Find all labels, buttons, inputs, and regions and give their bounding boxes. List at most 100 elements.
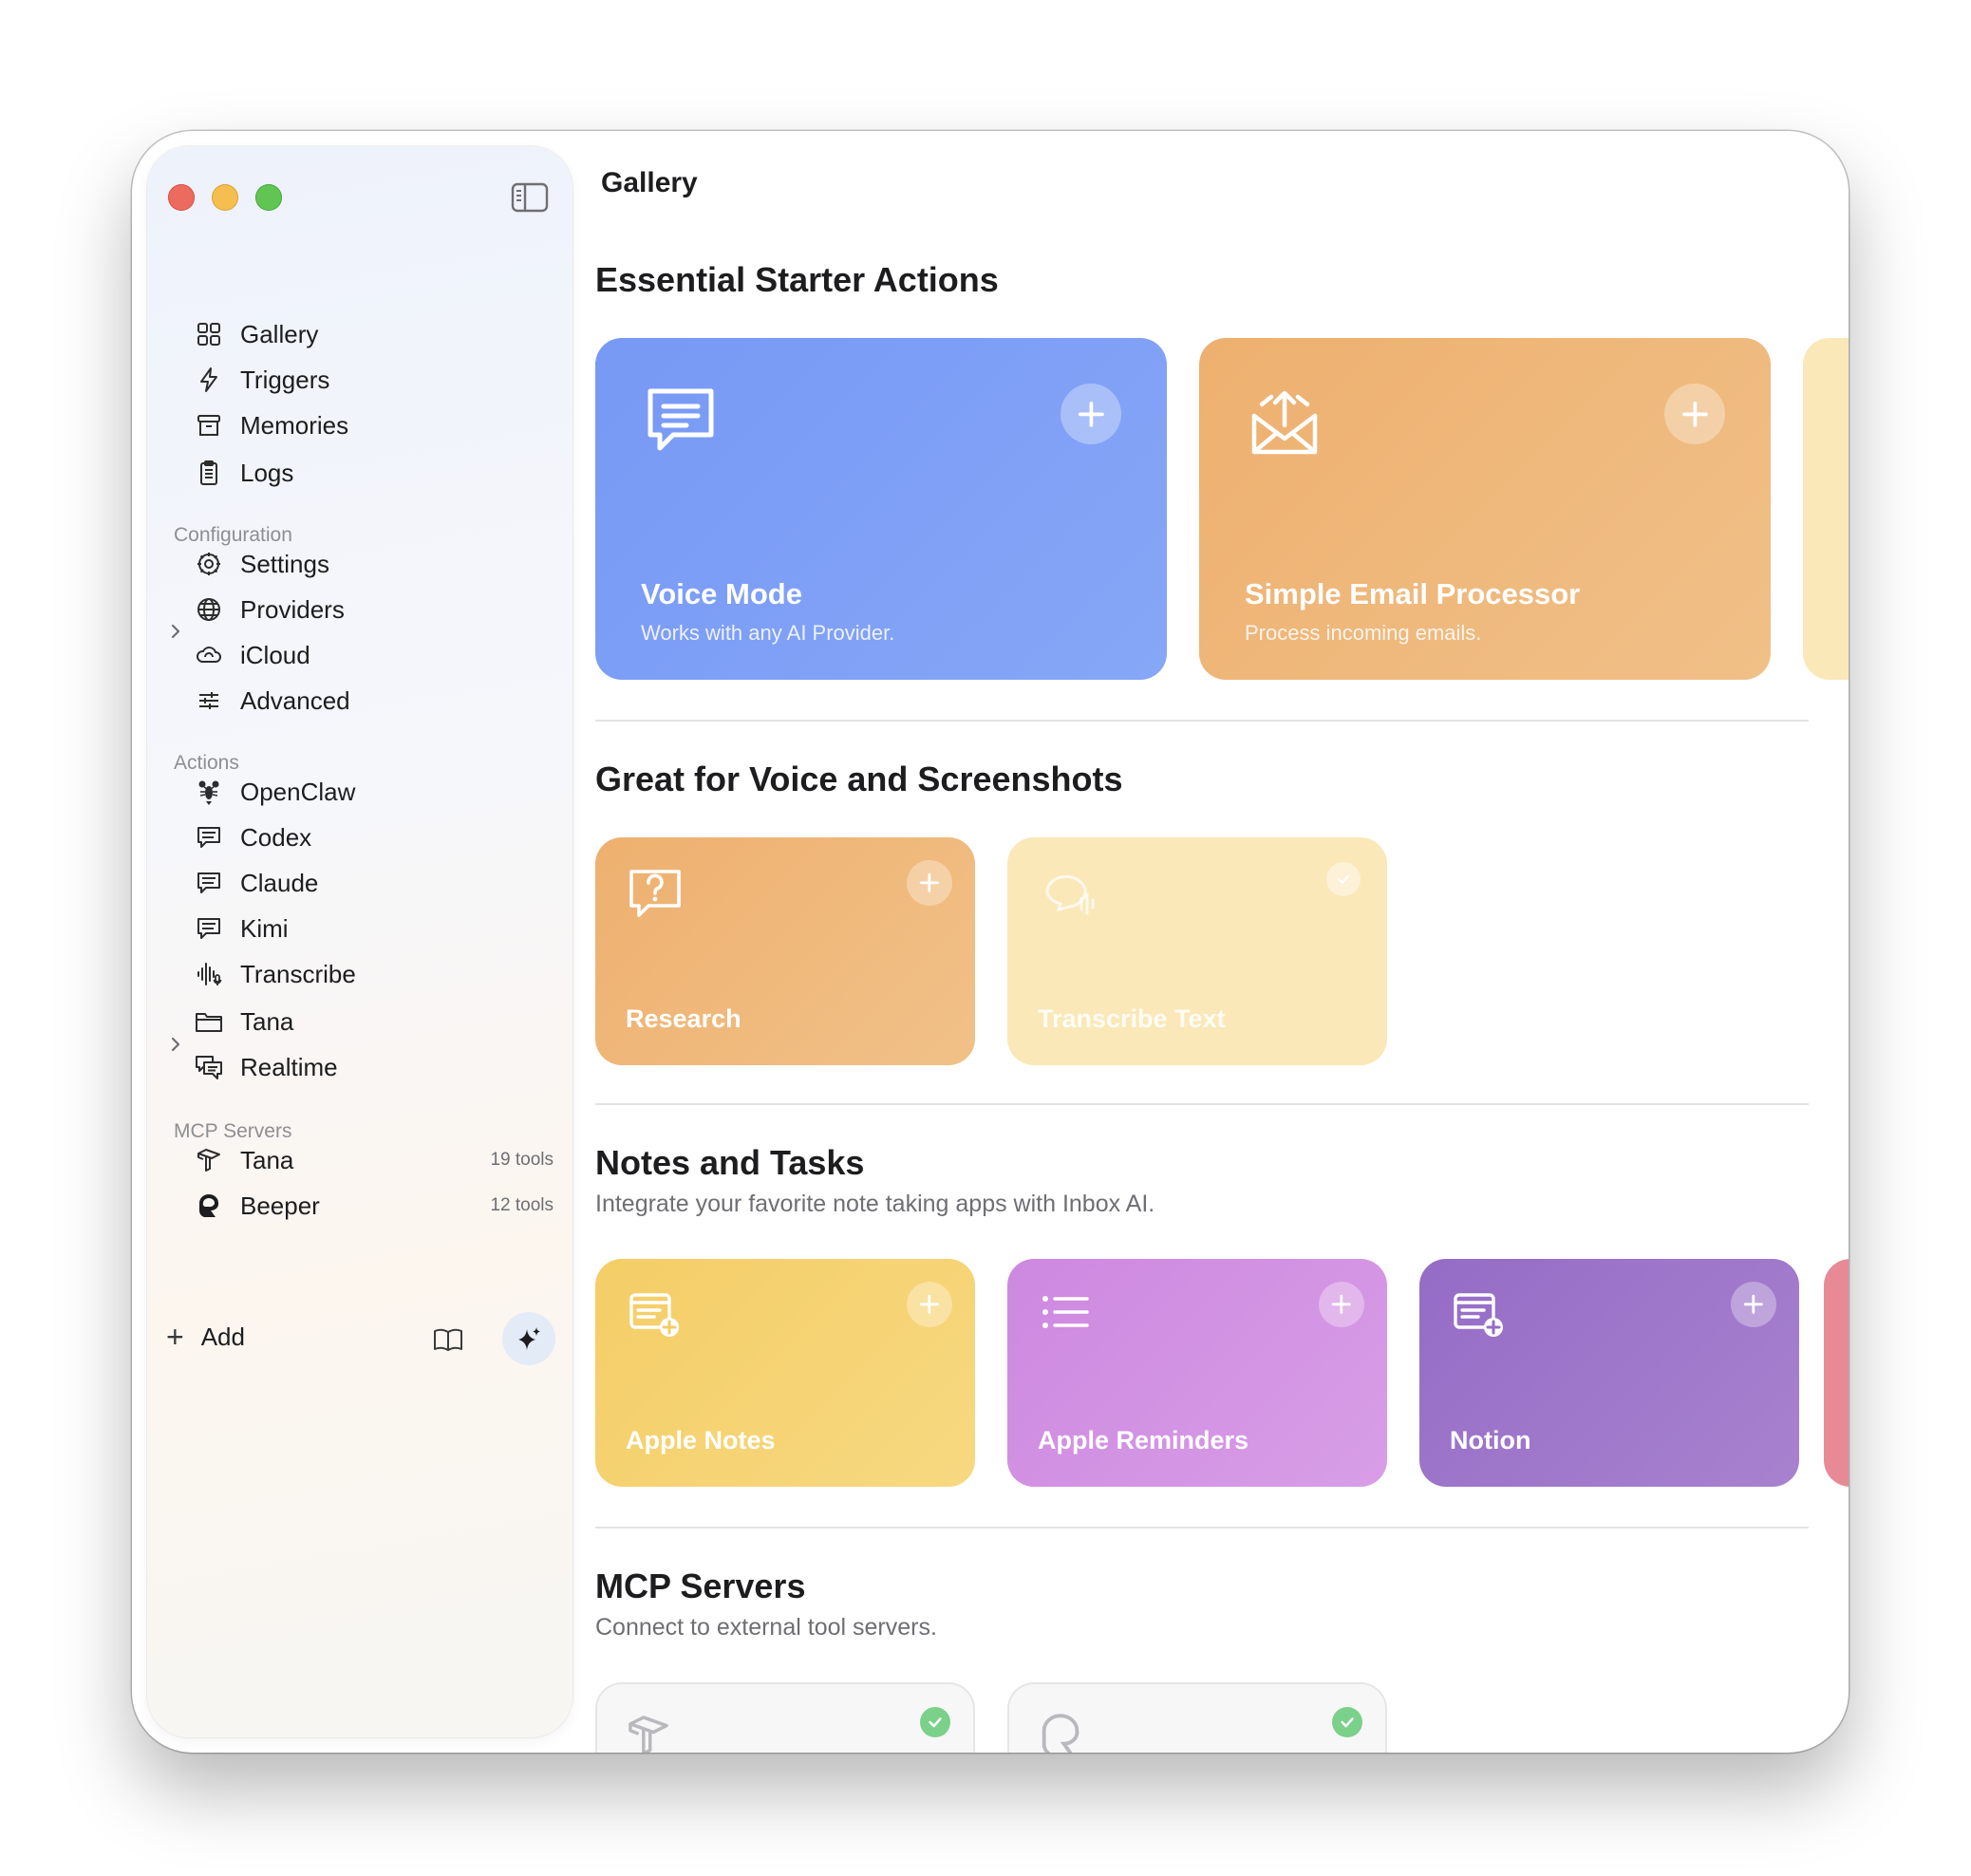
- tool-count: 19 tools: [490, 1150, 554, 1170]
- sparkle-icon: [518, 1327, 540, 1350]
- add-action-button[interactable]: [1731, 1282, 1776, 1327]
- card-voice-mode[interactable]: Voice Mode Works with any AI Provider.: [595, 338, 1167, 680]
- gear-icon: [193, 548, 225, 580]
- note-add-icon: [629, 1293, 679, 1337]
- sidebar-item-beeper[interactable]: Beeper 12 tools: [193, 1183, 554, 1229]
- plus-icon: [1078, 401, 1104, 427]
- beeper-logo-icon: [193, 1190, 225, 1222]
- sidebar-item-tana-action[interactable]: Tana: [193, 999, 554, 1044]
- sidebar-item-codex[interactable]: Codex: [193, 815, 554, 860]
- plus-icon: +: [166, 1320, 184, 1354]
- sidebar-item-label: Triggers: [240, 365, 330, 394]
- card-notion[interactable]: Notion: [1419, 1259, 1799, 1487]
- sidebar-item-logs[interactable]: Logs: [193, 450, 554, 496]
- sidebar-item-label: Transcribe: [240, 959, 356, 988]
- speech-waveform-icon: [1045, 874, 1095, 915]
- mcp-card-tana[interactable]: [595, 1682, 975, 1753]
- grid-icon: [193, 318, 225, 350]
- add-action-button[interactable]: [1319, 1282, 1364, 1327]
- sidebar-item-kimi[interactable]: Kimi: [193, 906, 554, 951]
- sidebar-item-label: Gallery: [240, 319, 319, 348]
- lobster-icon: [193, 776, 225, 808]
- checkmark-icon: [1338, 874, 1349, 884]
- add-action-button[interactable]: [1664, 384, 1725, 444]
- card-description: Process incoming emails.: [1245, 621, 1482, 645]
- chat-bubble-icon: [193, 867, 225, 899]
- book-icon[interactable]: [432, 1323, 464, 1356]
- sidebar: Gallery Triggers Memories Logs Configura…: [147, 146, 573, 1737]
- sidebar-item-transcribe[interactable]: Transcribe: [193, 951, 554, 997]
- plus-icon: [1743, 1294, 1764, 1315]
- sidebar-item-claude[interactable]: Claude: [193, 860, 554, 906]
- section-title-notes: Notes and Tasks: [595, 1143, 865, 1182]
- card-title: Notion: [1450, 1426, 1531, 1454]
- zoom-window-button[interactable]: [255, 184, 282, 211]
- section-title-mcp: MCP Servers: [595, 1566, 806, 1605]
- add-action-button[interactable]: [907, 860, 952, 906]
- card-title: Apple Reminders: [1038, 1426, 1249, 1454]
- card-title: Transcribe Text: [1038, 1004, 1226, 1033]
- sidebar-item-icloud[interactable]: iCloud: [193, 632, 554, 678]
- minimize-window-button[interactable]: [212, 184, 238, 211]
- connected-check-icon: [920, 1707, 950, 1737]
- section-divider: [595, 1103, 1809, 1105]
- sidebar-item-label: Tana: [240, 1006, 294, 1036]
- chat-bubble-icon: [193, 912, 225, 945]
- main-content: Gallery Essential Starter Actions Voice …: [573, 131, 1849, 1753]
- sidebar-item-gallery[interactable]: Gallery: [193, 311, 554, 357]
- section-subtitle-notes: Integrate your favorite note taking apps…: [595, 1191, 1155, 1217]
- sidebar-item-label: Memories: [240, 410, 349, 440]
- sidebar-item-memories[interactable]: Memories: [193, 403, 554, 448]
- question-bubble-icon: [629, 870, 681, 917]
- section-divider: [595, 1527, 1809, 1529]
- app-window: Gallery Triggers Memories Logs Configura…: [132, 131, 1849, 1753]
- sidebar-item-label: OpenClaw: [240, 777, 356, 806]
- sidebar-item-label: Tana: [240, 1145, 294, 1174]
- section-title-essential: Essential Starter Actions: [595, 260, 999, 299]
- sidebar-item-providers[interactable]: Providers: [193, 587, 554, 632]
- sidebar-item-label: iCloud: [240, 640, 310, 669]
- card-partial-next[interactable]: [1803, 338, 1849, 680]
- card-title: Apple Notes: [626, 1426, 776, 1454]
- card-transcribe-text[interactable]: Transcribe Text: [1007, 837, 1387, 1065]
- sidebar-item-settings[interactable]: Settings: [193, 541, 554, 587]
- add-button[interactable]: + Add: [166, 1322, 245, 1352]
- add-action-button[interactable]: [907, 1282, 952, 1327]
- card-partial-next[interactable]: [1824, 1259, 1849, 1487]
- card-simple-email-processor[interactable]: Simple Email Processor Process incoming …: [1199, 338, 1771, 680]
- mcp-card-beeper[interactable]: [1007, 1682, 1387, 1753]
- sidebar-item-triggers[interactable]: Triggers: [193, 357, 554, 403]
- chat-bubble-icon: [648, 388, 714, 451]
- card-description: Works with any AI Provider.: [641, 621, 895, 645]
- tool-count: 12 tools: [490, 1195, 554, 1215]
- sidebar-item-tana-mcp[interactable]: Tana 19 tools: [193, 1137, 554, 1183]
- note-add-icon: [1454, 1293, 1503, 1337]
- section-title-voice: Great for Voice and Screenshots: [595, 760, 1123, 798]
- chat-bubble-icon: [193, 821, 225, 854]
- ai-assistant-button[interactable]: [502, 1312, 555, 1365]
- card-research[interactable]: Research: [595, 837, 975, 1065]
- sidebar-item-label: Claude: [240, 868, 319, 897]
- sidebar-toggle-icon[interactable]: [511, 182, 549, 213]
- close-window-button[interactable]: [168, 184, 195, 211]
- sidebar-item-advanced[interactable]: Advanced: [193, 678, 554, 723]
- plus-icon: [1681, 401, 1708, 427]
- card-title: Research: [626, 1004, 741, 1033]
- added-check-button[interactable]: [1326, 862, 1361, 896]
- bolt-icon: [193, 364, 225, 396]
- add-action-button[interactable]: [1061, 384, 1121, 444]
- sidebar-item-realtime[interactable]: Realtime: [193, 1044, 554, 1090]
- card-apple-reminders[interactable]: Apple Reminders: [1007, 1259, 1387, 1487]
- sidebar-item-openclaw[interactable]: OpenClaw: [193, 769, 554, 815]
- card-apple-notes[interactable]: Apple Notes: [595, 1259, 975, 1487]
- archive-box-icon: [193, 409, 225, 441]
- plus-icon: [919, 872, 940, 893]
- chevron-right-icon[interactable]: [166, 622, 185, 641]
- waveform-mic-icon: [193, 958, 225, 990]
- add-label: Add: [200, 1322, 245, 1351]
- globe-icon: [193, 593, 225, 626]
- sidebar-item-label: Codex: [240, 822, 312, 852]
- chevron-right-icon[interactable]: [166, 1035, 185, 1054]
- tana-logo-icon: [193, 1144, 225, 1176]
- folder-icon: [193, 1005, 225, 1038]
